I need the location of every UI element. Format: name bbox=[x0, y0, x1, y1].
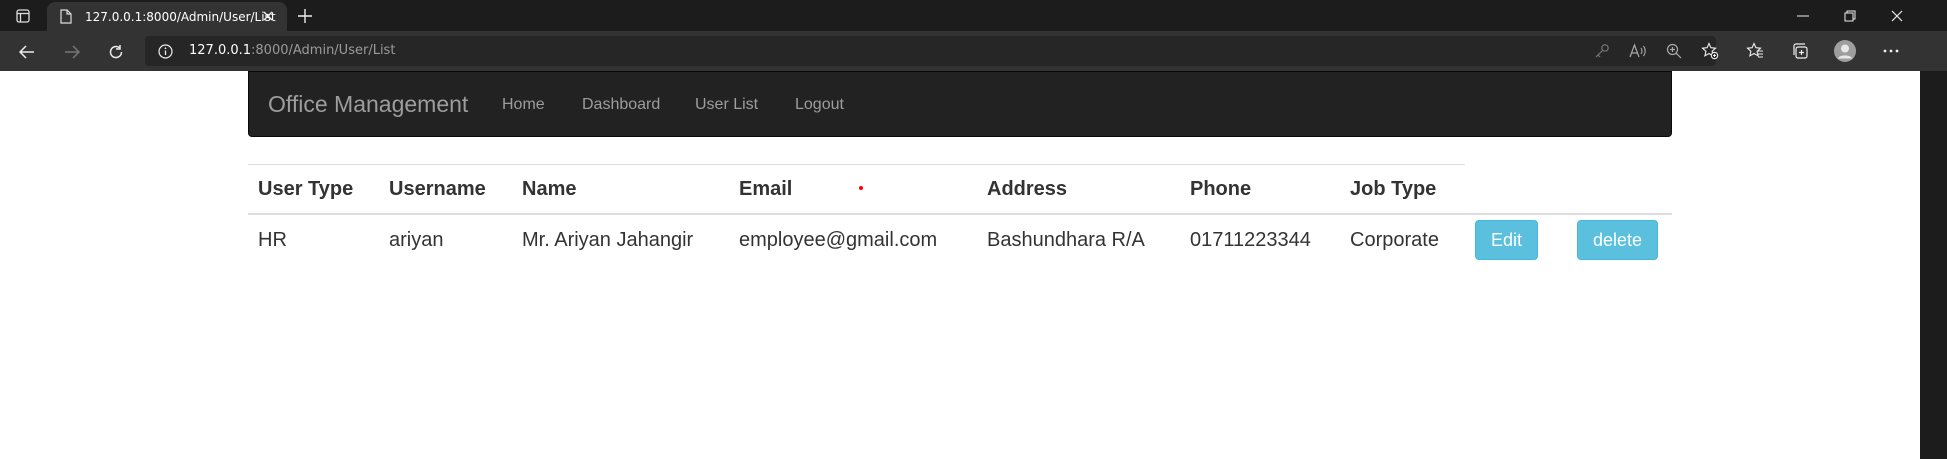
new-tab-icon[interactable] bbox=[295, 6, 315, 26]
column-header-address: Address bbox=[977, 164, 1180, 215]
cell-delete: delete bbox=[1567, 214, 1672, 265]
page-viewport: Office Management Home Dashboard User Li… bbox=[0, 71, 1920, 459]
nav-link-user-list[interactable]: User List bbox=[695, 96, 758, 114]
site-navbar: Office Management Home Dashboard User Li… bbox=[248, 71, 1672, 137]
key-icon[interactable] bbox=[1593, 42, 1611, 60]
forward-icon[interactable] bbox=[59, 39, 85, 65]
column-header-username: Username bbox=[379, 164, 512, 215]
edit-button[interactable]: Edit bbox=[1475, 220, 1539, 260]
browser-toolbar: 127.0.0.1:8000/Admin/User/List bbox=[0, 31, 1947, 71]
cell-address: Bashundhara R/A bbox=[987, 228, 1145, 251]
browser-tab[interactable]: 127.0.0.1:8000/Admin/User/List bbox=[47, 2, 287, 31]
cell-phone: 01711223344 bbox=[1190, 228, 1311, 251]
column-header-delete bbox=[1567, 164, 1672, 215]
close-window-icon[interactable] bbox=[1874, 0, 1920, 31]
column-header-phone: Phone bbox=[1180, 164, 1340, 215]
collections-icon[interactable] bbox=[1788, 39, 1812, 63]
url-text[interactable]: 127.0.0.1:8000/Admin/User/List bbox=[189, 43, 395, 58]
cell-user-type: HR bbox=[258, 228, 287, 251]
restore-icon[interactable] bbox=[1827, 0, 1873, 31]
stray-red-dot bbox=[859, 186, 863, 190]
column-header-edit bbox=[1465, 164, 1567, 215]
browser-titlebar: 127.0.0.1:8000/Admin/User/List bbox=[0, 0, 1947, 31]
profile-avatar-icon[interactable] bbox=[1833, 39, 1857, 63]
favorites-icon[interactable] bbox=[1743, 39, 1767, 63]
more-options-icon[interactable] bbox=[1879, 39, 1903, 63]
cell-name: Mr. Ariyan Jahangir bbox=[522, 228, 694, 251]
cell-edit: Edit bbox=[1465, 214, 1567, 265]
column-header-name: Name bbox=[512, 164, 729, 215]
nav-link-dashboard[interactable]: Dashboard bbox=[582, 96, 660, 114]
address-bar[interactable]: 127.0.0.1:8000/Admin/User/List bbox=[145, 36, 1719, 66]
page-scrollbar[interactable] bbox=[1920, 71, 1947, 459]
column-header-email: Email bbox=[729, 164, 977, 215]
zoom-icon[interactable] bbox=[1665, 42, 1683, 60]
table-header-row: User Type Username Name Email Address Ph… bbox=[248, 164, 1672, 215]
add-favorite-icon[interactable] bbox=[1701, 42, 1719, 60]
minimize-icon[interactable] bbox=[1780, 0, 1826, 31]
cell-job-type: Corporate bbox=[1350, 228, 1439, 251]
navbar-brand[interactable]: Office Management bbox=[268, 91, 468, 118]
user-table: User Type Username Name Email Address Ph… bbox=[248, 164, 1672, 265]
cell-email: employee@gmail.com bbox=[739, 228, 938, 251]
back-icon[interactable] bbox=[14, 39, 40, 65]
column-header-user-type: User Type bbox=[248, 164, 379, 215]
column-header-job-type: Job Type bbox=[1340, 164, 1465, 215]
tab-actions-icon[interactable] bbox=[10, 5, 36, 27]
close-tab-icon[interactable] bbox=[261, 9, 275, 23]
nav-link-logout[interactable]: Logout bbox=[795, 96, 844, 114]
delete-button[interactable]: delete bbox=[1577, 220, 1659, 260]
table-row: HR ariyan Mr. Ariyan Jahangir employee@g… bbox=[248, 214, 1672, 265]
cell-username: ariyan bbox=[389, 228, 444, 251]
page-icon bbox=[59, 9, 73, 25]
tab-title: 127.0.0.1:8000/Admin/User/List bbox=[85, 9, 276, 24]
read-aloud-icon[interactable] bbox=[1629, 42, 1647, 60]
site-info-icon[interactable] bbox=[157, 43, 173, 59]
nav-link-home[interactable]: Home bbox=[502, 96, 545, 114]
refresh-icon[interactable] bbox=[103, 39, 129, 65]
